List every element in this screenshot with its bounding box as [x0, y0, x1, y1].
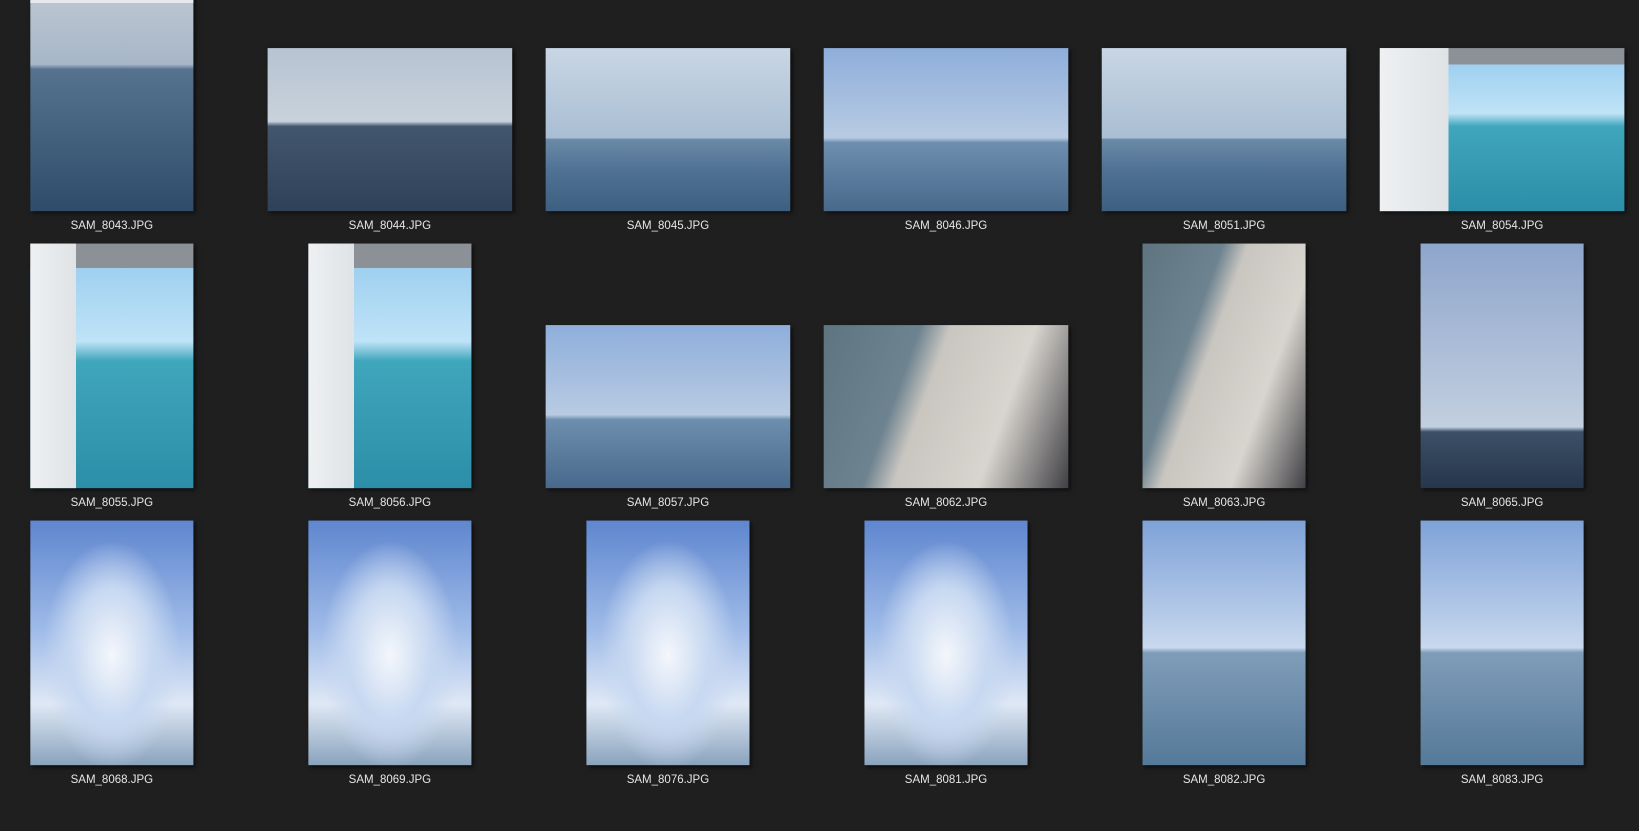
file-item[interactable]: SAM_8054.JPG	[1363, 0, 1639, 277]
thumbnail-image[interactable]	[30, 520, 194, 766]
file-name-label: SAM_8081.JPG	[904, 773, 988, 787]
file-item[interactable]: SAM_8055.JPG	[0, 243, 251, 554]
file-item[interactable]: SAM_8062.JPG	[807, 277, 1085, 554]
file-name-label: SAM_8045.JPG	[626, 219, 710, 233]
file-item[interactable]: SAM_8056.JPG	[251, 243, 529, 554]
file-name-label: SAM_8082.JPG	[1182, 773, 1266, 787]
file-name-label: SAM_8051.JPG	[1182, 219, 1266, 233]
thumbnail-image[interactable]	[1420, 520, 1584, 766]
thumbnail-grid: SAM_8043.JPG SAM_8044.JPG SAM_8045.JPG SAM_…	[0, 0, 1639, 798]
file-name-label: SAM_8065.JPG	[1460, 496, 1544, 510]
thumbnail-image[interactable]	[586, 520, 750, 766]
file-item[interactable]: SAM_8063.JPG	[1085, 243, 1363, 554]
thumbnail-image[interactable]	[1379, 48, 1625, 212]
thumbnail-image[interactable]	[308, 520, 472, 766]
file-name-label: SAM_8069.JPG	[348, 773, 432, 787]
file-name-label: SAM_8068.JPG	[70, 773, 154, 787]
file-item[interactable]: SAM_8051.JPG	[1085, 0, 1363, 277]
file-item[interactable]: SAM_8083.JPG	[1363, 520, 1639, 831]
file-name-label: SAM_8076.JPG	[626, 773, 710, 787]
file-item[interactable]: SAM_8044.JPG	[251, 0, 529, 277]
file-name-label: SAM_8046.JPG	[904, 219, 988, 233]
thumbnail-image[interactable]	[1420, 243, 1584, 489]
thumbnail-image[interactable]	[1101, 48, 1347, 212]
file-item[interactable]: SAM_8076.JPG	[529, 520, 807, 831]
thumbnail-image[interactable]	[30, 0, 194, 212]
file-item[interactable]: SAM_8046.JPG	[807, 0, 1085, 277]
file-item[interactable]: SAM_8069.JPG	[251, 520, 529, 831]
file-name-label: SAM_8062.JPG	[904, 496, 988, 510]
file-name-label: SAM_8057.JPG	[626, 496, 710, 510]
file-name-label: SAM_8056.JPG	[348, 496, 432, 510]
thumbnail-image[interactable]	[267, 48, 513, 212]
thumbnail-image[interactable]	[823, 325, 1069, 489]
file-item[interactable]: SAM_8065.JPG	[1363, 243, 1639, 554]
thumbnail-image[interactable]	[545, 325, 791, 489]
file-name-label: SAM_8043.JPG	[70, 219, 154, 233]
file-item[interactable]: SAM_8082.JPG	[1085, 520, 1363, 831]
file-item[interactable]: SAM_8045.JPG	[529, 0, 807, 277]
file-name-label: SAM_8055.JPG	[70, 496, 154, 510]
file-name-label: SAM_8044.JPG	[348, 219, 432, 233]
file-item[interactable]: SAM_8081.JPG	[807, 520, 1085, 831]
thumbnail-image[interactable]	[864, 520, 1028, 766]
thumbnail-image[interactable]	[30, 243, 194, 489]
thumbnail-image[interactable]	[1142, 243, 1306, 489]
thumbnail-image[interactable]	[308, 243, 472, 489]
file-name-label: SAM_8083.JPG	[1460, 773, 1544, 787]
thumbnail-image[interactable]	[1142, 520, 1306, 766]
file-item[interactable]: SAM_8068.JPG	[0, 520, 251, 831]
file-name-label: SAM_8063.JPG	[1182, 496, 1266, 510]
file-item[interactable]: SAM_8057.JPG	[529, 277, 807, 554]
thumbnail-image[interactable]	[545, 48, 791, 212]
file-name-label: SAM_8054.JPG	[1460, 219, 1544, 233]
thumbnail-image[interactable]	[823, 48, 1069, 212]
file-item[interactable]: SAM_8043.JPG	[0, 0, 251, 277]
